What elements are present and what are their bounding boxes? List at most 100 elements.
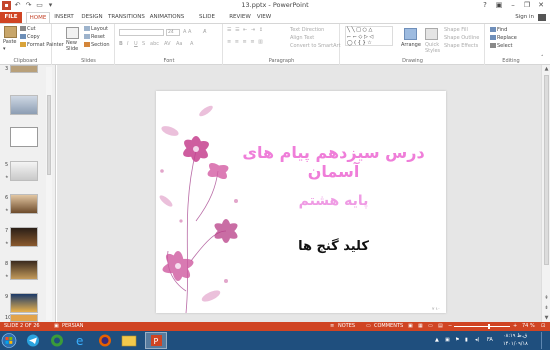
slide-subtitle[interactable]: پایه هشتم [226, 193, 441, 209]
scroll-up-icon[interactable]: ▲ [543, 66, 550, 72]
align-text-button[interactable]: Align Text [290, 35, 314, 42]
clear-format-icon[interactable]: A̸ [203, 29, 206, 36]
quick-styles-label2[interactable]: Styles [425, 48, 440, 55]
current-slide[interactable]: درس سیزدهم پیام های آسمان پایه هشتم کلید… [156, 91, 446, 313]
network-icon[interactable]: ▮ [465, 337, 468, 343]
arrange-icon[interactable] [404, 28, 417, 40]
slide-text[interactable]: کلید گنج ها [226, 239, 441, 254]
reset-button[interactable]: Reset [84, 34, 105, 41]
browser-taskbar-icon[interactable] [46, 332, 68, 349]
font-name-box[interactable] [119, 29, 164, 36]
shape-effects-button[interactable]: Shape Effects [444, 43, 478, 50]
tab-view[interactable]: VIEW [255, 12, 273, 23]
tray-app-icon[interactable]: ▣ [445, 337, 450, 343]
change-case-icon[interactable]: Aa [176, 41, 182, 48]
account-icon[interactable] [538, 14, 546, 21]
paste-button[interactable]: Paste [3, 39, 17, 46]
notes-button[interactable]: NOTES [338, 322, 355, 331]
scroll-down-icon[interactable]: ▼ [543, 315, 550, 321]
clock-time[interactable]: ۰۸:۱۹ ق.ظ [503, 333, 527, 339]
keyboard-language[interactable]: FA [487, 337, 493, 343]
slide-thumbnail[interactable] [10, 127, 38, 147]
tab-home[interactable]: HOME [26, 12, 50, 23]
replace-button[interactable]: Replace [490, 35, 517, 42]
slide-thumbnail[interactable] [10, 65, 38, 73]
shape-outline-button[interactable]: Shape Outline [444, 35, 479, 42]
list-icons[interactable]: ☰ ☰ ⇤ ⇥ ↕ [227, 27, 264, 34]
layout-button[interactable]: Layout [84, 26, 108, 33]
copy-button[interactable]: Copy [20, 34, 40, 41]
slide-thumbnail[interactable] [10, 95, 38, 115]
slide-title[interactable]: درس سیزدهم پیام های آسمان [226, 143, 441, 181]
quick-styles-icon[interactable] [425, 28, 438, 40]
slide-thumbnail[interactable] [10, 293, 38, 313]
new-slide-icon[interactable] [66, 27, 79, 39]
close-button[interactable]: ✕ [534, 0, 548, 11]
section-button[interactable]: Section [84, 42, 110, 49]
editor-scroll-thumb[interactable] [544, 75, 549, 265]
language-indicator[interactable]: PERSIAN [62, 322, 83, 331]
thumbnails-scroll-thumb[interactable] [47, 95, 51, 175]
char-spacing-icon[interactable]: AV [164, 41, 171, 48]
edge-taskbar-icon[interactable]: e [70, 332, 92, 349]
paste-dropdown-icon[interactable]: ▾ [3, 46, 6, 53]
shapes-gallery[interactable]: ╲ ╲ □ ○ △ ⌐ ⌐ ◇ ▷ ◁ ◯ ( { } ☆ [345, 26, 393, 46]
find-button[interactable]: Find [490, 27, 507, 34]
scroll-down-double-icon[interactable]: ⇟ [543, 305, 550, 311]
slide-sorter-icon[interactable]: ▦ [418, 322, 423, 331]
scroll-up-double-icon[interactable]: ⇞ [543, 295, 550, 301]
bold-icon[interactable]: B [119, 41, 123, 48]
volume-icon[interactable]: ◂) [475, 337, 479, 343]
slide-thumbnail[interactable] [10, 314, 38, 322]
strikethrough-icon[interactable]: abc [150, 41, 159, 48]
collapse-ribbon-icon[interactable]: ˄ [541, 55, 544, 62]
italic-icon[interactable]: I [127, 41, 128, 48]
tab-file[interactable]: FILE [0, 12, 22, 23]
normal-view-icon[interactable]: ▣ [408, 322, 413, 331]
fit-slide-icon[interactable]: ⊡ [541, 322, 545, 331]
tab-insert[interactable]: INSERT [53, 12, 75, 23]
editor-scrollbar[interactable]: ▲ ⇞ ⇟ ▼ [541, 65, 550, 322]
comments-icon[interactable]: ▭ [366, 322, 371, 331]
font-color-icon[interactable]: A [190, 41, 193, 48]
align-icons[interactable]: ≡ ≡ ≡ ≡ ▥ [227, 39, 264, 46]
slide-thumbnail[interactable] [10, 227, 38, 247]
format-painter-button[interactable]: Format Painter [20, 42, 64, 49]
paste-icon[interactable] [4, 26, 17, 38]
select-button[interactable]: Select [490, 43, 512, 50]
new-slide-label2[interactable]: Slide [66, 46, 78, 53]
tab-animations[interactable]: ANIMATIONS [149, 12, 185, 23]
start-button[interactable] [0, 332, 18, 349]
shape-line-icon[interactable]: ╲ ╲ □ ○ △ [347, 27, 372, 33]
zoom-level[interactable]: 74 % [522, 322, 535, 331]
slide-thumbnail[interactable] [10, 161, 38, 181]
comments-button[interactable]: COMMENTS [374, 322, 403, 331]
font-size-box[interactable]: 24 [166, 29, 180, 36]
tab-review[interactable]: REVIEW [229, 12, 251, 23]
minimize-button[interactable]: – [506, 0, 520, 11]
sign-in-link[interactable]: Sign in [515, 12, 534, 23]
slide-thumbnail[interactable] [10, 260, 38, 280]
restore-button[interactable]: ❐ [520, 0, 534, 11]
thumbnails-scrollbar[interactable] [46, 67, 52, 320]
telegram-taskbar-icon[interactable] [22, 332, 44, 349]
notes-icon[interactable]: ≡ [330, 322, 334, 331]
convert-smartart-button[interactable]: Convert to SmartArt [290, 43, 341, 50]
tab-design[interactable]: DESIGN [80, 12, 104, 23]
text-direction-button[interactable]: Text Direction [290, 27, 324, 34]
shape-star-icon[interactable]: ◯ ( { } ☆ [347, 40, 372, 46]
cut-button[interactable]: Cut [20, 26, 36, 33]
grow-font-icon[interactable]: A A [183, 29, 191, 36]
clock-date[interactable]: ۱۴۰۱/۰۹/۱۸ [503, 341, 528, 347]
slideshow-view-icon[interactable]: ▤ [438, 322, 443, 331]
slide-thumbnail[interactable] [10, 194, 38, 214]
show-desktop-button[interactable] [541, 332, 546, 349]
zoom-slider-thumb[interactable] [488, 324, 490, 329]
flag-icon[interactable]: ⚑ [455, 337, 459, 343]
zoom-out-icon[interactable]: − [448, 322, 452, 331]
firefox-taskbar-icon[interactable] [94, 332, 116, 349]
shape-fill-button[interactable]: Shape Fill [444, 27, 468, 34]
language-icon[interactable]: ▣ [54, 322, 59, 331]
tab-slide-show[interactable]: SLIDE SHOW [190, 12, 224, 31]
powerpoint-taskbar-icon[interactable]: P [145, 332, 167, 349]
